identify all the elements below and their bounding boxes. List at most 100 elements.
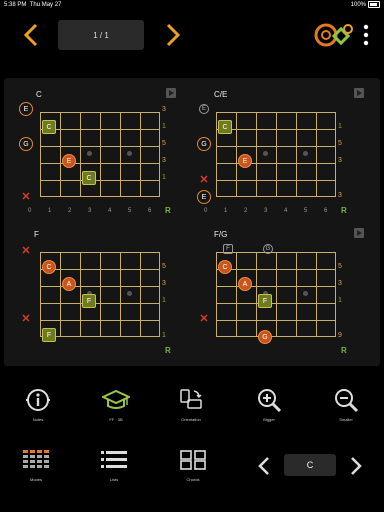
- root-note[interactable]: F: [42, 328, 56, 342]
- rotate-icon: [180, 389, 202, 409]
- chord-name: C/E: [214, 90, 228, 99]
- graduation-cap-icon: [102, 389, 130, 409]
- chord-chart-c[interactable]: C E G ✕ C E C 3 1 5 3 1 0123456 R: [8, 82, 184, 222]
- interval-label: 5: [338, 263, 342, 270]
- learn-button[interactable]: FF · 3B: [86, 386, 146, 422]
- root-label: R: [165, 206, 171, 215]
- toolbar-label: Bigger: [263, 417, 275, 422]
- root-note[interactable]: C: [82, 171, 96, 185]
- root-note[interactable]: C: [42, 120, 56, 134]
- fret-marker: [303, 291, 308, 296]
- interval-label: 3: [338, 157, 342, 164]
- fret-marker: [127, 291, 132, 296]
- bottom-label: Chords: [186, 477, 200, 482]
- status-time: 5:38 PM Thu May 27: [4, 2, 62, 8]
- chevron-left-icon[interactable]: [20, 22, 42, 48]
- bigger-button[interactable]: Bigger: [239, 386, 299, 422]
- play-icon[interactable]: [166, 88, 176, 98]
- interval-label: 3: [162, 106, 166, 113]
- chord-note[interactable]: C: [218, 260, 232, 274]
- open-string-marker[interactable]: G: [197, 137, 211, 151]
- muted-string-marker[interactable]: ✕: [199, 314, 209, 325]
- open-string-marker[interactable]: G: [19, 137, 33, 151]
- muted-string-marker[interactable]: ✕: [21, 314, 31, 325]
- open-string-marker[interactable]: E: [197, 190, 211, 204]
- page-indicator[interactable]: 1 / 1: [58, 20, 144, 50]
- root-label: R: [165, 346, 171, 355]
- chords-grid-icon: [180, 450, 206, 470]
- chord-note[interactable]: A: [238, 277, 252, 291]
- interval-label: 3: [162, 157, 166, 164]
- status-bar: 5:38 PM Thu May 27 100%: [0, 0, 384, 10]
- chord-note[interactable]: G: [258, 330, 272, 344]
- interval-label: 1: [162, 332, 166, 339]
- chord-panel: C E G ✕ C E C 3 1 5 3 1 0123456 R C/E E …: [4, 78, 380, 366]
- chord-name: F: [34, 230, 39, 239]
- muted-string-marker[interactable]: ✕: [21, 192, 31, 203]
- bottom-bar: Modes Lists Chords C: [0, 446, 384, 498]
- interval-label: 1: [338, 297, 342, 304]
- open-string-marker[interactable]: E: [199, 104, 209, 114]
- top-nav: 1 / 1: [0, 18, 384, 52]
- root-note[interactable]: F: [82, 294, 96, 308]
- fretboard: [216, 112, 336, 197]
- interval-label: 5: [338, 140, 342, 147]
- open-string-marker[interactable]: F: [223, 244, 233, 254]
- zoom-in-icon: [258, 389, 282, 413]
- root-label: R: [341, 346, 347, 355]
- chevron-right-icon[interactable]: [162, 22, 184, 48]
- toolbar: Notes FF · 3B Orientation Bigger Smaller: [0, 386, 384, 434]
- chevron-right-icon[interactable]: [348, 456, 364, 476]
- current-chord-field[interactable]: C: [284, 454, 336, 476]
- bottom-label: Modes: [29, 477, 42, 482]
- battery-icon: [368, 0, 380, 8]
- chord-chart-c-over-e[interactable]: C/E E G ✕ E C E 1 5 3 3 0123456 R: [196, 82, 372, 222]
- interval-label: 3: [162, 280, 166, 287]
- orientation-button[interactable]: Orientation: [161, 386, 221, 422]
- modes-button[interactable]: Modes: [6, 446, 66, 482]
- chord-name: F/G: [214, 230, 228, 239]
- interval-label: 1: [162, 174, 166, 181]
- chord-note[interactable]: E: [238, 154, 252, 168]
- toolbar-label: FF · 3B: [109, 417, 123, 422]
- fretboard: [40, 252, 160, 337]
- interval-label: 9: [338, 332, 342, 339]
- fret-numbers: 0123456: [204, 208, 328, 214]
- chords-button[interactable]: Chords: [163, 446, 223, 482]
- toolbar-label: Smaller: [339, 417, 353, 422]
- fret-marker: [263, 151, 268, 156]
- chord-chart-f[interactable]: F ✕ ✕ C A F F 5 3 1 1 R: [8, 222, 184, 362]
- root-note[interactable]: C: [218, 120, 232, 134]
- zoom-out-icon: [335, 389, 359, 413]
- more-menu-icon[interactable]: [362, 24, 370, 46]
- chord-chart-f-over-g[interactable]: F/G F G ✕ C A F G 5 3 1 9 R: [196, 222, 372, 362]
- chord-note[interactable]: E: [62, 154, 76, 168]
- fret-marker: [87, 151, 92, 156]
- chevron-left-icon[interactable]: [256, 456, 272, 476]
- chord-note[interactable]: C: [42, 260, 56, 274]
- toolbar-label: Orientation: [181, 417, 201, 422]
- fretboard: [216, 252, 336, 337]
- fret-numbers: 0123456: [28, 208, 152, 214]
- muted-string-marker[interactable]: ✕: [21, 246, 31, 257]
- notes-button[interactable]: Notes: [8, 386, 68, 422]
- play-icon[interactable]: [354, 228, 364, 238]
- fretboard: [40, 112, 160, 197]
- interval-label: 1: [338, 123, 342, 130]
- play-icon[interactable]: [354, 88, 364, 98]
- app-logo-icon[interactable]: [314, 21, 358, 49]
- chord-note[interactable]: A: [62, 277, 76, 291]
- open-string-marker[interactable]: E: [19, 102, 33, 116]
- interval-label: 5: [162, 140, 166, 147]
- open-string-marker[interactable]: G: [263, 244, 273, 254]
- interval-label: 3: [338, 280, 342, 287]
- interval-label: 3: [338, 192, 342, 199]
- toolbar-label: Notes: [32, 417, 44, 422]
- grid-dots-icon: [23, 450, 49, 468]
- muted-string-marker[interactable]: ✕: [199, 175, 209, 186]
- list-icon: [101, 451, 127, 468]
- info-icon: [26, 389, 50, 411]
- root-note[interactable]: F: [258, 294, 272, 308]
- smaller-button[interactable]: Smaller: [316, 386, 376, 422]
- lists-button[interactable]: Lists: [84, 446, 144, 482]
